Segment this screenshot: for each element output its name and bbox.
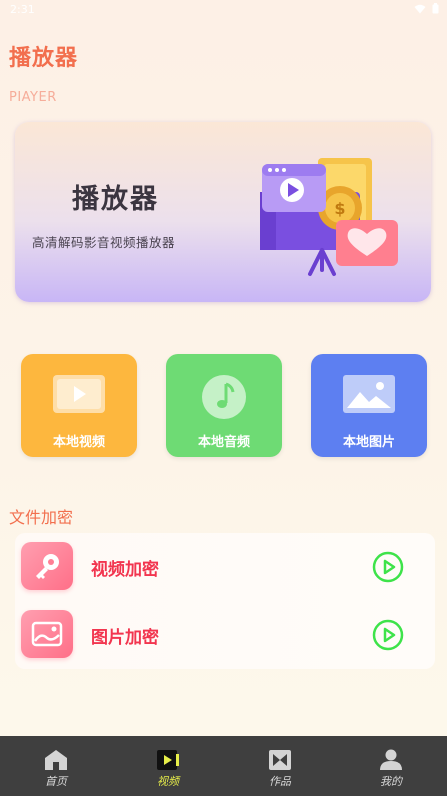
tab-video[interactable]: 视频	[138, 736, 198, 796]
player-banner[interactable]: 播放器 高清解码影音视频播放器 $	[15, 122, 431, 302]
tile-label: 本地音频	[197, 435, 250, 450]
image-icon	[31, 621, 63, 647]
page-subtitle: PIAYER	[9, 90, 57, 105]
tab-label: 视频	[157, 775, 179, 788]
local-audio-tile[interactable]: 本地音频	[166, 354, 282, 457]
local-video-tile[interactable]: 本地视频	[21, 354, 137, 457]
media-player-illustration: $	[260, 158, 398, 276]
user-icon	[380, 749, 402, 770]
video-encrypt-item[interactable]: 视频加密	[15, 536, 435, 596]
tab-mine[interactable]: 我的	[361, 736, 421, 796]
play-circle-icon[interactable]	[372, 619, 404, 651]
svg-text:$: $	[334, 199, 345, 218]
works-icon	[269, 750, 291, 770]
item-icon-box	[21, 542, 73, 590]
bottom-tab-bar: 首页 视频 作品 我的	[0, 736, 447, 796]
music-note-icon	[202, 375, 246, 419]
status-time: 2:31	[10, 3, 35, 16]
wifi-icon	[414, 4, 426, 13]
tab-label: 首页	[45, 775, 67, 788]
status-icons	[414, 3, 439, 14]
key-icon	[36, 554, 59, 579]
video-icon	[157, 750, 179, 770]
tab-home[interactable]: 首页	[26, 736, 86, 796]
item-icon-box	[21, 610, 73, 658]
encrypt-list: 视频加密 图片加密	[15, 533, 435, 669]
item-label: 视频加密	[91, 560, 159, 580]
battery-icon	[432, 3, 439, 14]
banner-subtitle: 高清解码影音视频播放器	[32, 235, 176, 250]
banner-title: 播放器	[72, 184, 159, 215]
image-encrypt-item[interactable]: 图片加密	[15, 604, 435, 664]
status-bar: 2:31	[0, 0, 447, 20]
encrypt-section-title: 文件加密	[9, 508, 74, 527]
tab-label: 我的	[380, 775, 402, 788]
tile-label: 本地视频	[52, 435, 105, 450]
video-icon	[53, 375, 105, 413]
tab-works[interactable]: 作品	[250, 736, 310, 796]
page-title: 播放器	[9, 46, 79, 71]
tab-label: 作品	[269, 775, 291, 788]
play-circle-icon[interactable]	[372, 551, 404, 583]
tile-label: 本地图片	[342, 435, 395, 450]
picture-icon	[343, 375, 395, 413]
local-image-tile[interactable]: 本地图片	[311, 354, 427, 457]
home-icon	[45, 750, 67, 770]
item-label: 图片加密	[91, 628, 159, 648]
